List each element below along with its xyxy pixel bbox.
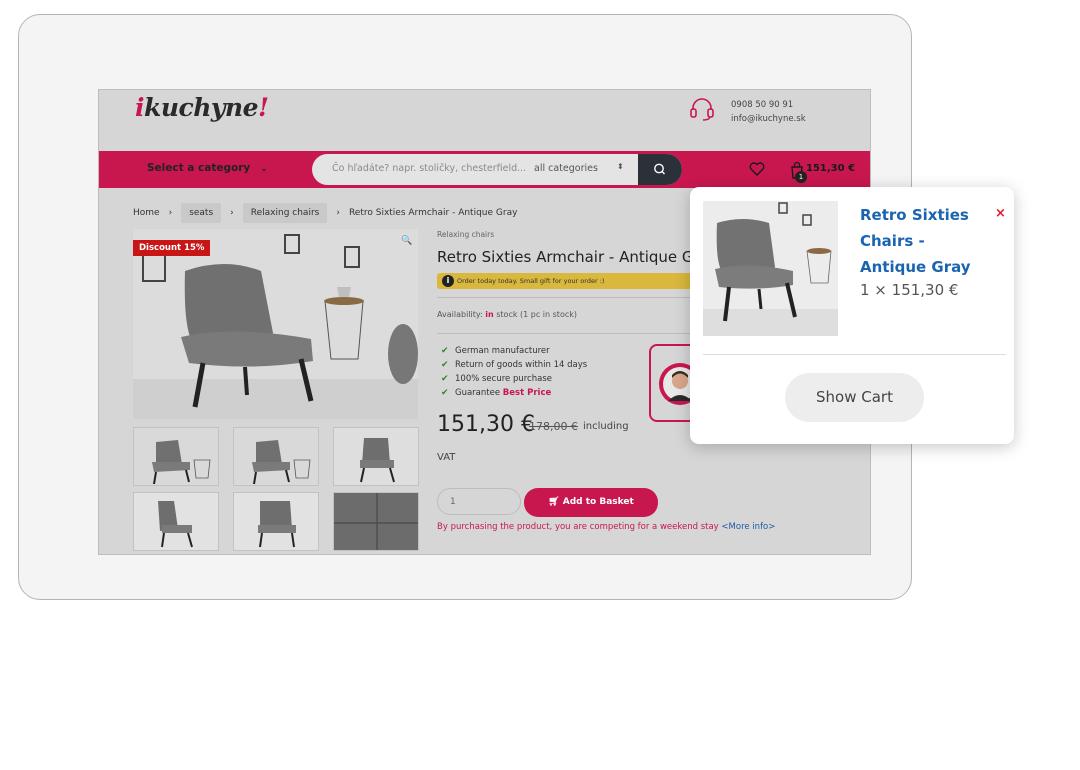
main-navbar: Select a category ⌄ Čo hľadáte? napr. sto…: [99, 151, 870, 188]
product-category[interactable]: Relaxing chairs: [437, 230, 494, 239]
breadcrumb-seats[interactable]: seats: [181, 203, 222, 223]
search-icon: [654, 163, 665, 175]
breadcrumb-separator: ›: [168, 208, 173, 218]
availability-stock: stock (1 pc in stock): [496, 310, 577, 319]
show-cart-button[interactable]: Show Cart: [785, 373, 924, 422]
cart-total[interactable]: 151,30 €: [806, 163, 855, 174]
thumbnail-4[interactable]: [133, 492, 219, 551]
promo-text: Order today today. Small gift for your o…: [457, 277, 605, 285]
thumbnail-armchair-image: [234, 428, 318, 485]
info-icon: i: [442, 275, 454, 287]
thumbnail-fabric-image: [334, 493, 418, 550]
thumbnail-armchair-image: [334, 428, 418, 485]
add-to-basket-button[interactable]: 🛒︎ Add to Basket: [524, 488, 658, 517]
popup-divider: [703, 354, 1006, 355]
breadcrumb-separator: ›: [336, 208, 340, 218]
category-select[interactable]: Select a category ⌄: [147, 162, 268, 174]
availability-in: in: [485, 310, 494, 319]
availability-label: Availability:: [437, 310, 483, 319]
updown-arrow-icon: ⬍: [617, 162, 624, 171]
armchair-photo: [703, 201, 838, 336]
thumbnail-3[interactable]: [333, 427, 419, 486]
cart-popup: Retro Sixties Chairs - Antique Gray × 1 …: [690, 187, 1014, 444]
popup-product-title[interactable]: Retro Sixties Chairs - Antique Gray: [860, 202, 995, 280]
thumbnail-2[interactable]: [233, 427, 319, 486]
price-note: including: [583, 421, 629, 432]
wishlist-heart-icon[interactable]: [747, 159, 767, 179]
check-icon: ✔: [441, 388, 449, 398]
feature-item: ✔ German manufacturer: [441, 346, 550, 356]
thumbnail-armchair-image: [134, 493, 218, 550]
thumbnail-6[interactable]: [333, 492, 419, 551]
breadcrumb-home[interactable]: Home: [133, 204, 160, 222]
quantity-input[interactable]: 1: [437, 488, 521, 515]
vat-label: VAT: [437, 452, 456, 463]
thumbnail-1[interactable]: [133, 427, 219, 486]
popup-product-image[interactable]: [703, 201, 838, 336]
chevron-down-icon: ⌄: [260, 164, 268, 174]
breadcrumb: Home › seats › Relaxing chairs › Retro S…: [133, 203, 517, 223]
old-price: 178,00 €: [529, 420, 578, 433]
feature-list: ✔ German manufacturer ✔ Return of goods wi…: [441, 344, 587, 400]
product-price: 151,30 €: [437, 412, 535, 437]
close-icon[interactable]: ×: [995, 206, 1006, 221]
competition-note: By purchasing the product, you are compe…: [437, 522, 775, 532]
cart-plus-icon: 🛒︎: [548, 497, 560, 507]
breadcrumb-relaxing-chairs[interactable]: Relaxing chairs: [242, 203, 328, 223]
add-to-basket-label: Add to Basket: [562, 497, 634, 507]
feature-item: ✔ 100% secure purchase: [441, 374, 552, 384]
feature-item: ✔ Return of goods within 14 days: [441, 360, 588, 370]
armchair-photo: [133, 229, 418, 419]
phone-number[interactable]: 0908 50 90 91: [731, 98, 806, 112]
check-icon: ✔: [441, 360, 449, 370]
email-address[interactable]: info@ikuchyne.sk: [731, 112, 806, 126]
feature-item: ✔ Guarantee Best Price: [441, 388, 552, 398]
headset-icon: [690, 98, 714, 121]
search-input[interactable]: Čo hľadáte? napr. stoličky, chesterfield…: [332, 163, 526, 174]
popup-quantity-price: 1 × 151,30 €: [860, 281, 959, 299]
availability: Availability: in stock (1 pc in stock): [437, 310, 577, 319]
zoom-icon[interactable]: 🔍: [401, 236, 412, 246]
product-main-image[interactable]: Discount 15% 🔍: [133, 229, 418, 419]
check-icon: ✔: [441, 346, 449, 356]
breadcrumb-separator: ›: [230, 208, 234, 218]
search-button[interactable]: [638, 154, 682, 185]
search-category-select[interactable]: all categories: [534, 163, 598, 174]
thumbnail-5[interactable]: [233, 492, 319, 551]
site-logo[interactable]: ikuchyne!: [135, 93, 269, 122]
contact-info: 0908 50 90 91 info@ikuchyne.sk: [731, 98, 806, 126]
more-info-link[interactable]: <More info>: [721, 522, 775, 532]
breadcrumb-current: Retro Sixties Armchair - Antique Gray: [348, 208, 518, 218]
search-bar: Čo hľadáte? napr. stoličky, chesterfield…: [312, 154, 682, 185]
product-title: Retro Sixties Armchair - Antique Gray: [437, 248, 718, 266]
discount-badge: Discount 15%: [133, 240, 211, 256]
competition-text: By purchasing the product, you are compe…: [437, 522, 719, 532]
thumbnail-armchair-image: [134, 428, 218, 485]
thumbnail-armchair-image: [234, 493, 318, 550]
check-icon: ✔: [441, 374, 449, 384]
